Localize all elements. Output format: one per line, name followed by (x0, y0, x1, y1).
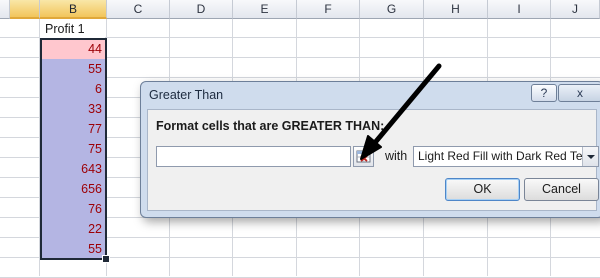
column-header-h[interactable]: H (424, 0, 488, 19)
greater-than-dialog: Greater Than ? x Format cells that are G… (140, 81, 600, 218)
ok-button[interactable]: OK (445, 178, 520, 201)
cell-b11[interactable]: 22 (40, 219, 105, 239)
chevron-down-icon (586, 155, 595, 159)
range-select-icon (356, 150, 371, 163)
cancel-button[interactable]: Cancel (524, 178, 599, 201)
column-header-d[interactable]: D (170, 0, 233, 19)
close-button[interactable]: x (558, 84, 600, 102)
with-label: with (385, 149, 408, 163)
cell-b9[interactable]: 656 (40, 179, 105, 199)
dialog-titlebar[interactable]: Greater Than ? x (141, 82, 600, 109)
cell-b12[interactable]: 55 (40, 239, 105, 259)
format-style-value: Light Red Fill with Dark Red Text (418, 149, 592, 163)
cell-b8[interactable]: 643 (40, 159, 105, 179)
dialog-prompt: Format cells that are GREATER THAN: (156, 119, 385, 133)
column-header-a[interactable] (10, 0, 40, 19)
format-style-select[interactable]: Light Red Fill with Dark Red Text (413, 146, 599, 167)
cell-b10[interactable]: 76 (40, 199, 105, 219)
fill-handle[interactable] (102, 255, 110, 263)
cell-b4[interactable]: 6 (40, 79, 105, 99)
column-header-j[interactable]: J (551, 0, 600, 19)
threshold-value-input[interactable] (156, 146, 351, 167)
cell-b1-header[interactable]: Profit 1 (40, 19, 105, 39)
dialog-title: Greater Than (149, 88, 224, 102)
range-select-button[interactable] (353, 146, 374, 167)
column-header-i[interactable]: I (488, 0, 551, 19)
cell-b6[interactable]: 77 (40, 119, 105, 139)
cell-b7[interactable]: 75 (40, 139, 105, 159)
column-header-b[interactable]: B (40, 0, 107, 19)
dropdown-button[interactable] (582, 147, 598, 166)
cell-b2[interactable]: 44 (40, 39, 105, 59)
column-header-c[interactable]: C (107, 0, 170, 19)
cell-b3[interactable]: 55 (40, 59, 105, 79)
help-button[interactable]: ? (531, 84, 557, 102)
select-all-corner[interactable] (0, 0, 10, 19)
dialog-body: Format cells that are GREATER THAN: with… (147, 109, 599, 211)
column-header-f[interactable]: F (297, 0, 360, 19)
close-icon: x (577, 86, 583, 100)
column-header-g[interactable]: G (360, 0, 424, 19)
cell-b5[interactable]: 33 (40, 99, 105, 119)
column-header-e[interactable]: E (233, 0, 297, 19)
